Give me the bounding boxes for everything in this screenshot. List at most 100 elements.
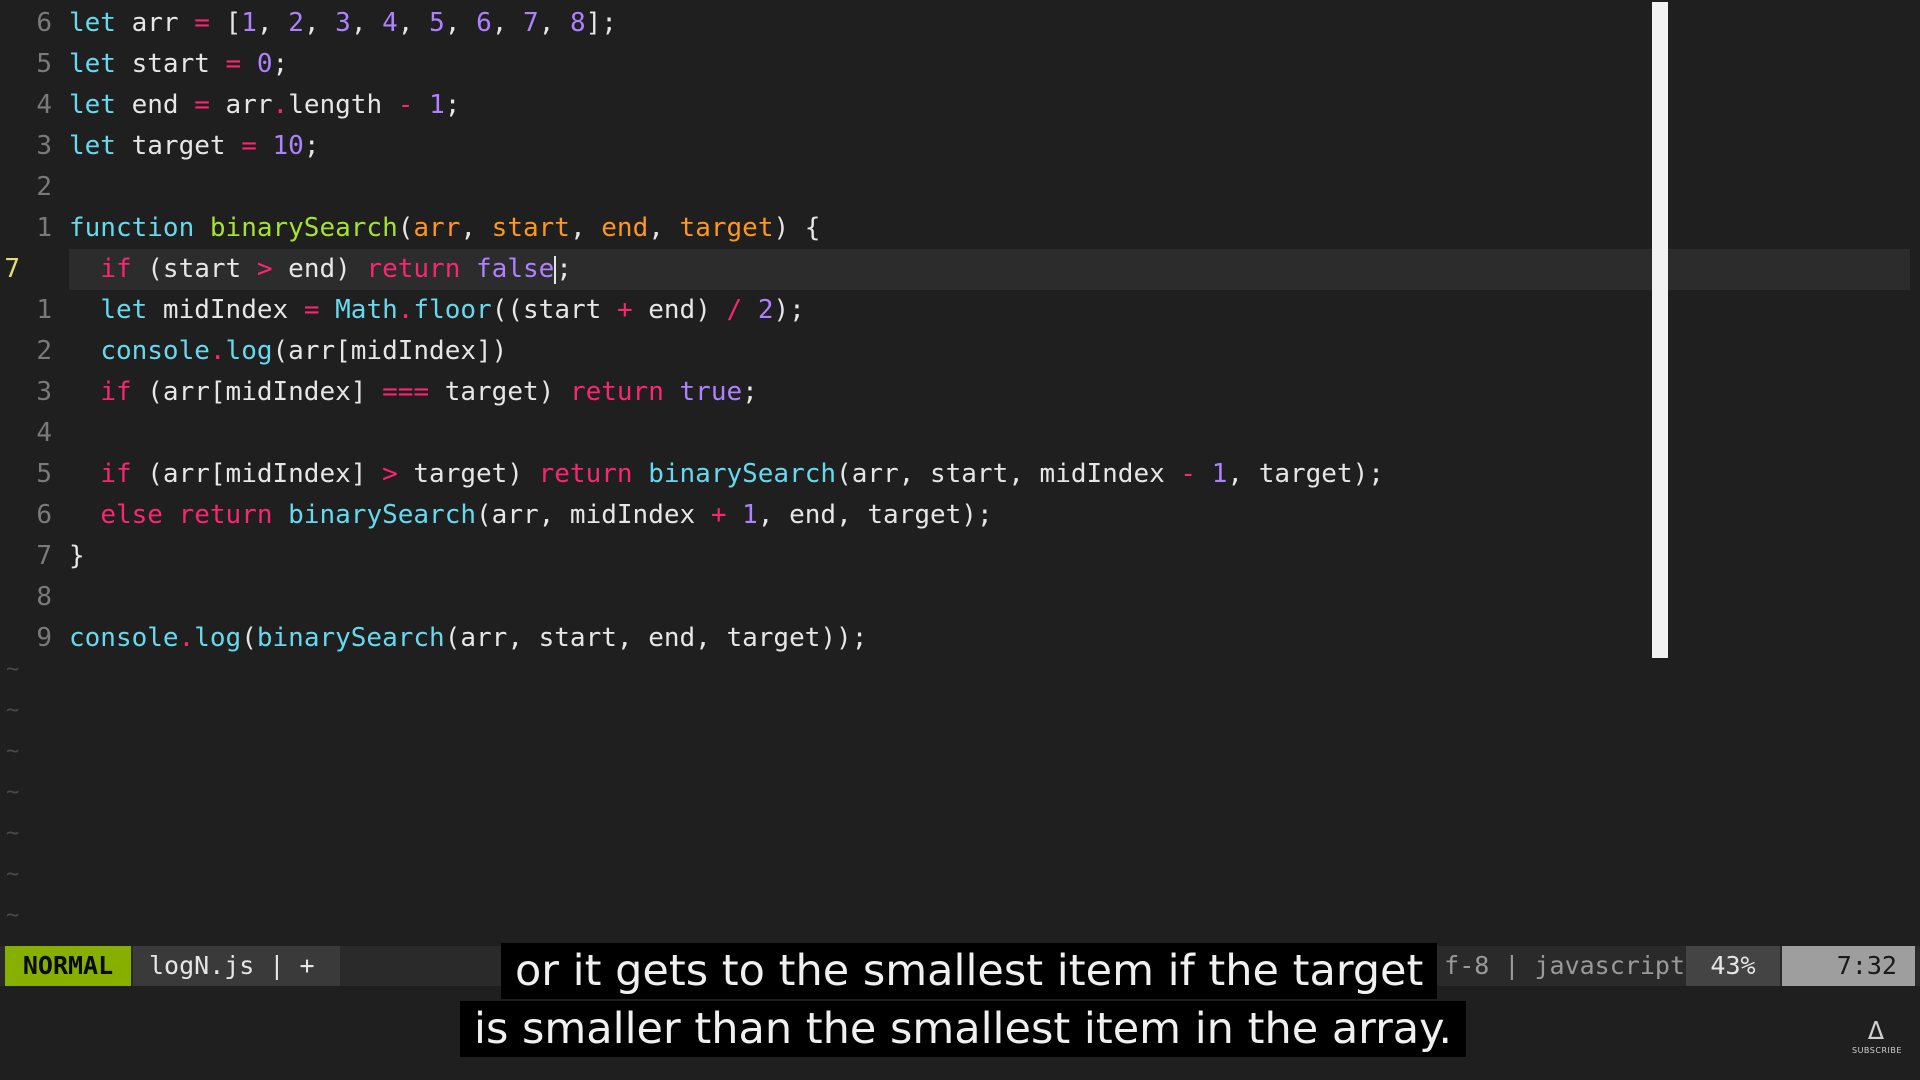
code-token: 6: [476, 8, 492, 38]
line-number: 4: [36, 418, 52, 448]
file-name: logN.js | +: [133, 946, 340, 986]
code-token: +: [710, 500, 727, 530]
code-token: 2: [288, 8, 304, 38]
code-line[interactable]: 5 if (arr[midIndex] > target) return bin…: [0, 454, 1920, 495]
code-token: .: [209, 336, 226, 366]
code-token: let: [100, 295, 148, 325]
code-token: console: [69, 623, 179, 653]
code-line[interactable]: 1 function binarySearch(arr, start, end, …: [0, 208, 1920, 249]
code-line[interactable]: 1 let midIndex = Math.floor((start + end…: [0, 290, 1920, 331]
code-line[interactable]: 2: [0, 167, 1920, 208]
code-editor[interactable]: 6 let arr = [1, 2, 3, 4, 5, 6, 7, 8]; 5 let…: [0, 0, 1920, 940]
line-number: 2: [36, 172, 52, 202]
code-text[interactable]: if (arr[midIndex] > target) return binar…: [69, 454, 1908, 495]
line-number: 9: [36, 623, 52, 653]
code-text[interactable]: }: [69, 536, 1908, 577]
line-number: 7: [36, 541, 52, 571]
code-token: 5: [429, 8, 445, 38]
line-number: 2: [36, 336, 52, 366]
code-line[interactable]: 3 if (arr[midIndex] === target) return t…: [0, 372, 1920, 413]
code-text[interactable]: let target = 10;: [69, 126, 1908, 167]
code-token: arr: [209, 90, 273, 120]
code-token: target): [397, 459, 539, 489]
code-token: true: [679, 377, 743, 407]
code-text[interactable]: console.log(arr[midIndex]): [69, 331, 1908, 372]
code-token: ,: [491, 8, 524, 38]
code-token: (arr, start, midIndex: [836, 459, 1181, 489]
code-line[interactable]: 3 let target = 10;: [0, 126, 1920, 167]
code-token: 1: [241, 8, 257, 38]
code-token: =: [194, 90, 210, 120]
code-line[interactable]: 5 let start = 0;: [0, 44, 1920, 85]
code-token: binarySearch: [648, 459, 837, 489]
code-text[interactable]: let start = 0;: [69, 44, 1908, 85]
scrollbar[interactable]: [1652, 2, 1668, 658]
code-token: =: [303, 295, 320, 325]
code-text[interactable]: let midIndex = Math.floor((start + end) …: [69, 290, 1908, 331]
code-token: console: [100, 336, 210, 366]
code-token: (: [397, 213, 414, 243]
code-token: length: [288, 90, 398, 120]
empty-line-marker: ~: [6, 903, 20, 928]
code-token: 10: [272, 131, 304, 161]
code-token: if: [100, 459, 132, 489]
code-line[interactable]: 4 let end = arr.length - 1;: [0, 85, 1920, 126]
subscribe-label: SUBSCRIBE: [1852, 1046, 1902, 1055]
empty-line-marker: ~: [6, 821, 20, 846]
code-token: binarySearch: [209, 213, 398, 243]
code-line[interactable]: 9 console.log(binarySearch(arr, start, en…: [0, 618, 1920, 659]
code-token: =: [241, 131, 257, 161]
code-token: return: [178, 500, 273, 530]
code-token: .: [397, 295, 414, 325]
code-text[interactable]: if (start > end) return false;: [69, 249, 1910, 290]
code-token: ;: [556, 254, 572, 284]
code-line[interactable]: 6 let arr = [1, 2, 3, 4, 5, 6, 7, 8];: [0, 3, 1920, 44]
code-token: end: [601, 213, 649, 243]
code-token: ;: [272, 49, 289, 79]
code-line[interactable]: 7}: [0, 536, 1920, 577]
scroll-percent: 43%: [1686, 946, 1780, 986]
line-number: 7: [4, 254, 20, 284]
code-line[interactable]: 6 else return binarySearch(arr, midIndex…: [0, 495, 1920, 536]
subscribe-logo[interactable]: ∆ SUBSCRIBE: [1852, 1016, 1902, 1064]
code-text[interactable]: function binarySearch(arr, start, end, t…: [69, 208, 1908, 249]
code-line[interactable]: 4: [0, 413, 1920, 454]
empty-line-marker: ~: [6, 698, 20, 723]
code-token: (arr, midIndex: [476, 500, 711, 530]
code-token: (: [241, 623, 257, 653]
code-token: binarySearch: [256, 623, 445, 653]
code-token: binarySearch: [288, 500, 477, 530]
code-token: ;: [444, 90, 461, 120]
code-text[interactable]: console.log(binarySearch(arr, start, end…: [69, 618, 1908, 659]
code-token: false: [476, 254, 555, 284]
code-token: -: [1180, 459, 1197, 489]
code-token: return: [366, 254, 461, 284]
code-text[interactable]: let end = arr.length - 1;: [69, 85, 1908, 126]
code-line[interactable]: 2 console.log(arr[midIndex]): [0, 331, 1920, 372]
empty-line-marker: ~: [6, 657, 20, 682]
code-text[interactable]: else return binarySearch(arr, midIndex +…: [69, 495, 1908, 536]
code-token: function: [69, 213, 195, 243]
code-text[interactable]: let arr = [1, 2, 3, 4, 5, 6, 7, 8];: [69, 3, 1908, 44]
line-number: 3: [36, 131, 52, 161]
code-token: 8: [570, 8, 586, 38]
subtitle-line-2: is smaller than the smallest item in the…: [460, 1001, 1467, 1057]
code-line-current[interactable]: 7 if (start > end) return false;: [0, 249, 1920, 290]
code-token: let: [69, 90, 116, 120]
code-text[interactable]: if (arr[midIndex] === target) return tru…: [69, 372, 1908, 413]
code-token: arr: [413, 213, 461, 243]
code-token: ,: [256, 8, 289, 38]
code-token: -: [397, 90, 414, 120]
code-line[interactable]: 8: [0, 577, 1920, 618]
code-token: (arr, start, end, target));: [444, 623, 868, 653]
